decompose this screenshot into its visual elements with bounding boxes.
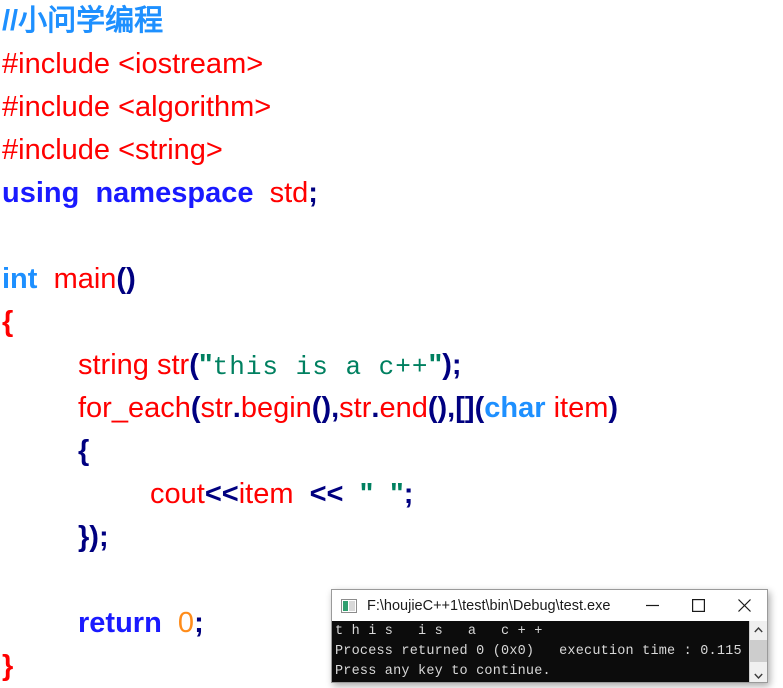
line-open-brace[interactable]: {: [0, 301, 783, 344]
line-cout[interactable]: cout<<item << " ";: [0, 473, 783, 516]
line-using-namespace[interactable]: using namespace std;: [0, 172, 783, 215]
line-comment[interactable]: //小问学编程: [0, 0, 783, 43]
code-token: char: [484, 392, 546, 424]
code-token: //小问学编程: [2, 5, 164, 37]
console-app-icon: [341, 598, 357, 613]
console-output-line: Process returned 0 (0x0) execution time …: [335, 644, 749, 659]
code-token: ,: [331, 392, 340, 424]
code-token: []: [455, 392, 475, 424]
code-token: item: [553, 392, 609, 424]
code-token: str: [156, 349, 190, 381]
code-token: std: [269, 177, 309, 209]
code-token: {: [78, 435, 90, 467]
code-token: end: [379, 392, 428, 424]
line-string-str[interactable]: string str("this is a c++");: [0, 344, 783, 387]
code-token: <<: [309, 478, 344, 510]
console-window[interactable]: F:\houjieC++1\test\bin\Debug\test.exe t …: [331, 589, 768, 683]
code-token: ): [442, 349, 452, 381]
line-include-algorithm[interactable]: #include <algorithm>: [0, 86, 783, 129]
code-token: this is a c++: [212, 352, 429, 382]
minimize-icon: [645, 604, 659, 607]
code-token: str: [200, 392, 233, 424]
code-token: });: [78, 521, 109, 553]
code-token: return: [78, 607, 162, 639]
code-token: (: [474, 392, 485, 424]
scrollbar-track[interactable]: [750, 638, 767, 667]
maximize-button[interactable]: [675, 591, 721, 621]
scrollbar-down-arrow[interactable]: [750, 667, 767, 682]
console-titlebar[interactable]: F:\houjieC++1\test\bin\Debug\test.exe: [332, 590, 767, 621]
scrollbar-up-arrow[interactable]: [750, 621, 767, 638]
code-token: <<: [204, 478, 239, 510]
code-token: item: [238, 478, 294, 510]
console-output-line: t h i s i s a c + +: [335, 624, 543, 639]
chevron-down-icon: [754, 673, 763, 679]
console-output-text: t h i s i s a c + + Process returned 0 (0…: [332, 621, 749, 682]
code-token: namespace: [95, 177, 254, 209]
code-token: #include <string>: [2, 134, 223, 166]
minimize-button[interactable]: [629, 591, 675, 621]
code-token: cout: [150, 478, 205, 510]
code-token: ;: [403, 478, 414, 510]
code-token: string: [78, 349, 149, 381]
code-token: 0: [177, 607, 195, 639]
code-editor-area[interactable]: //小问学编程 #include <iostream> #include <algo…: [0, 0, 783, 683]
code-token: ": [389, 478, 404, 510]
code-token: ;: [308, 177, 318, 209]
line-lambda-close[interactable]: });: [0, 516, 783, 559]
maximize-icon: [691, 599, 705, 612]
code-token: (): [311, 392, 332, 424]
close-icon: [737, 599, 751, 612]
code-token: int: [2, 263, 38, 295]
code-token: }: [2, 650, 14, 682]
code-token: ": [359, 478, 374, 510]
code-token: (: [190, 392, 201, 424]
code-token: (: [189, 349, 199, 381]
code-token: {: [2, 306, 14, 338]
code-token: #include <iostream>: [2, 48, 264, 80]
line-include-iostream[interactable]: #include <iostream>: [0, 43, 783, 86]
code-token: ): [608, 392, 619, 424]
code-token: using: [2, 177, 80, 209]
line-include-string[interactable]: #include <string>: [0, 129, 783, 172]
console-title-text: F:\houjieC++1\test\bin\Debug\test.exe: [367, 597, 611, 614]
console-output-line: Press any key to continue.: [335, 664, 551, 679]
code-token: begin: [240, 392, 312, 424]
line-blank-1[interactable]: [0, 215, 783, 258]
code-token: str: [339, 392, 372, 424]
code-token: ;: [194, 607, 204, 639]
close-button[interactable]: [721, 591, 767, 621]
console-scrollbar[interactable]: [749, 621, 767, 682]
scrollbar-thumb[interactable]: [750, 640, 767, 662]
code-token: (): [427, 392, 448, 424]
code-token: main: [53, 263, 117, 295]
code-token: #include <algorithm>: [2, 91, 272, 123]
chevron-up-icon: [754, 626, 763, 632]
line-lambda-open[interactable]: {: [0, 430, 783, 473]
code-token: ": [198, 349, 213, 381]
code-token: for_each: [78, 392, 191, 424]
code-token: ;: [451, 349, 462, 381]
line-int-main[interactable]: int main(): [0, 258, 783, 301]
code-token: .: [232, 392, 241, 424]
code-token: ": [428, 349, 443, 381]
code-token: (): [116, 263, 136, 295]
line-for-each[interactable]: for_each(str.begin(),str.end(),[](char i…: [0, 387, 783, 430]
console-output-body[interactable]: t h i s i s a c + + Process returned 0 (0…: [332, 621, 767, 682]
